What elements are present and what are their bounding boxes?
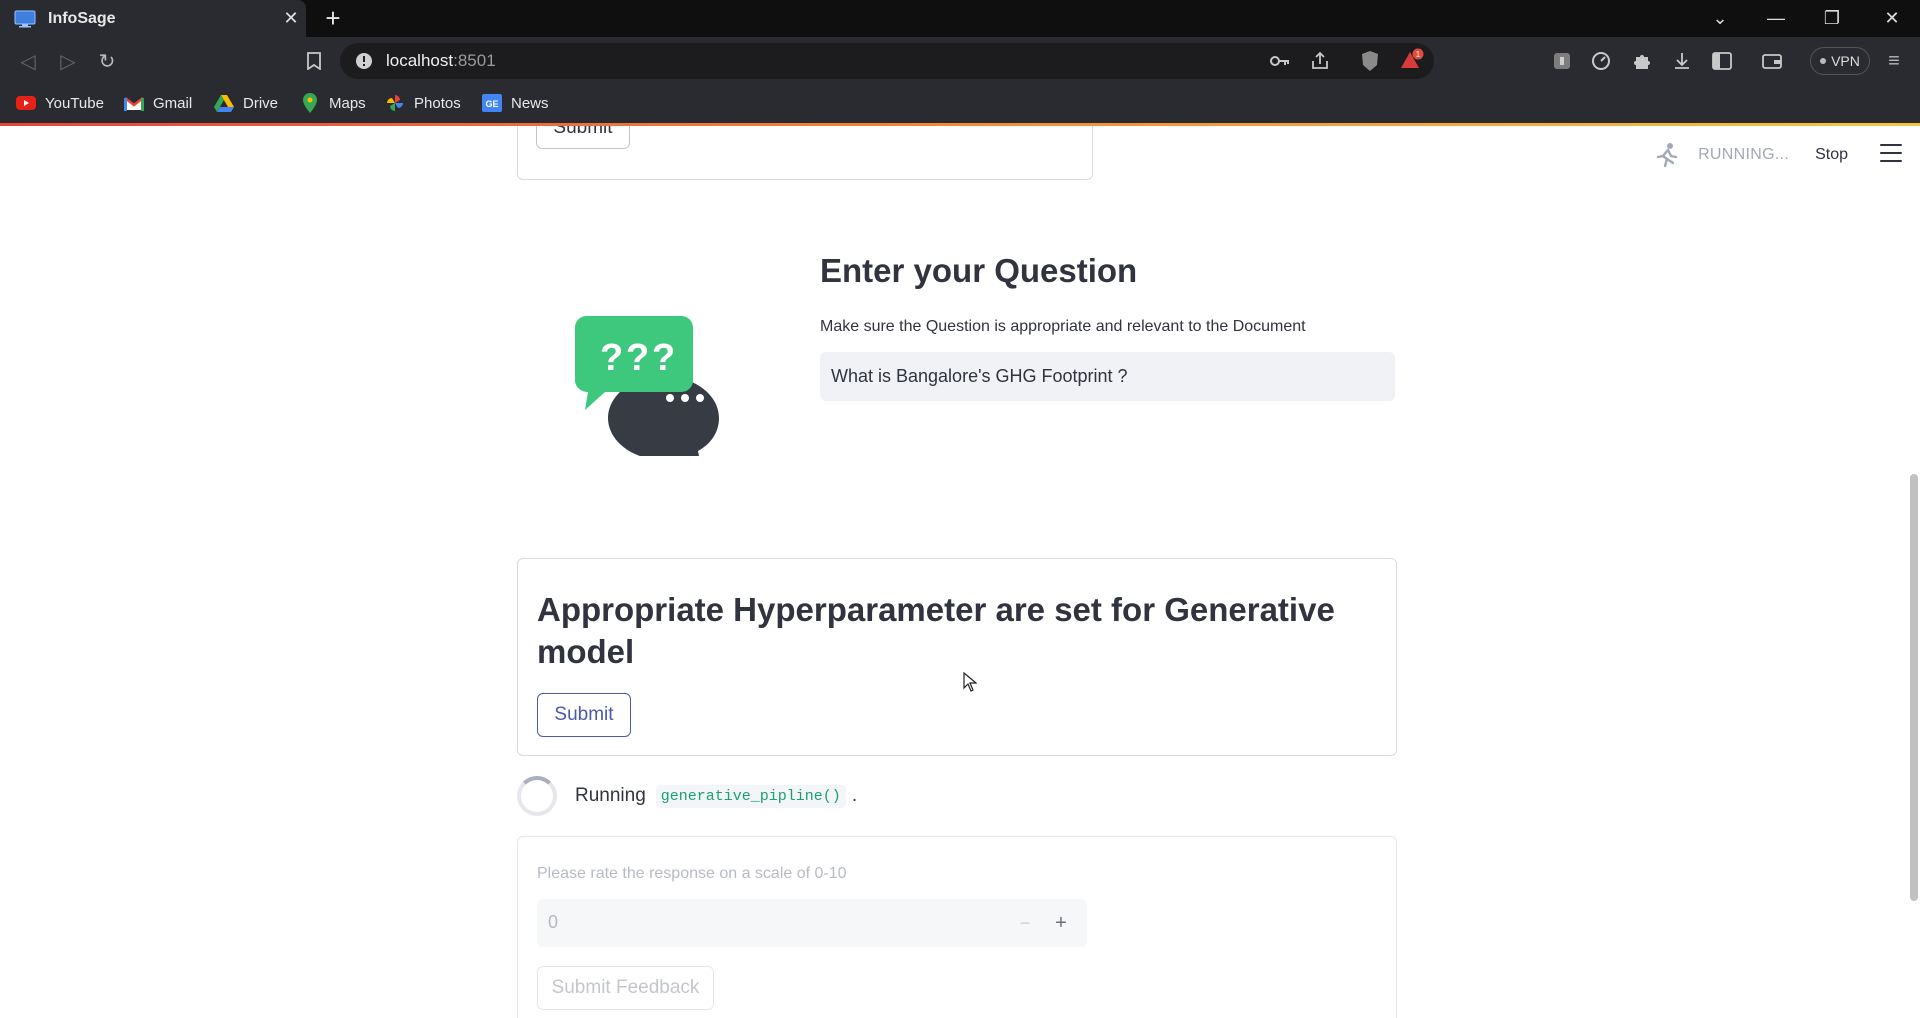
drive-icon (214, 93, 234, 113)
bookmark-news[interactable]: GE News (482, 85, 549, 121)
bookmark-maps[interactable]: Maps (300, 85, 366, 121)
running-status-text: RUNNING... (1698, 146, 1790, 163)
vpn-button[interactable]: VPN (1810, 47, 1870, 75)
minimize-button[interactable]: — (1748, 0, 1804, 37)
extensions-icon[interactable] (1628, 47, 1656, 75)
key-icon[interactable] (1266, 47, 1294, 75)
sidebar-icon[interactable] (1708, 47, 1736, 75)
previous-submit-button[interactable]: Submit (536, 126, 630, 149)
wallet-icon[interactable] (1758, 47, 1786, 75)
browser-tab-active[interactable]: InfoSage ✕ (0, 0, 306, 37)
rating-value: 0 (548, 912, 559, 932)
gmail-icon (124, 93, 144, 113)
tab-search-icon[interactable]: ⌄ (1692, 0, 1748, 37)
photos-icon (385, 93, 405, 113)
running-function-code: generative_pipline() (655, 784, 846, 808)
extension-puzzle-icon[interactable] (1548, 47, 1576, 75)
reload-icon[interactable]: ↻ (93, 47, 121, 75)
app-status: RUNNING... Stop (1654, 142, 1848, 168)
mouse-cursor-icon (963, 672, 977, 692)
rating-number-input[interactable]: 0 − + (537, 899, 1087, 947)
vpn-status-dot (1820, 58, 1827, 64)
hyperparameter-submit-button[interactable]: Submit (537, 693, 631, 737)
page-scrollbar[interactable] (1908, 126, 1920, 1018)
svg-text:?: ? (626, 337, 649, 379)
app-main: RUNNING... Stop Submit ? ? ? Enter your … (0, 126, 1920, 1018)
svg-text:1: 1 (1416, 50, 1421, 59)
monitor-icon (14, 10, 36, 27)
question-input[interactable]: What is Bangalore's GHG Footprint ? (820, 352, 1395, 401)
scrollbar-thumb[interactable] (1910, 474, 1918, 901)
hamburger-menu-icon[interactable] (1880, 144, 1902, 162)
browser-tab-strip: InfoSage ✕ + ⌄ — ❐ ✕ (0, 0, 1920, 37)
loading-spinner-icon (517, 776, 557, 816)
restore-button[interactable]: ❐ (1804, 0, 1860, 37)
close-window-button[interactable]: ✕ (1864, 0, 1920, 37)
running-indicator: Running generative_pipline() . (517, 776, 857, 816)
brave-rewards-icon[interactable]: 1 (1398, 47, 1426, 75)
feedback-form: Please rate the response on a scale of 0… (517, 836, 1397, 1018)
share-icon[interactable] (1306, 47, 1334, 75)
bookmarks-bar: YouTube Gmail Drive Maps Photos GE News (0, 85, 1920, 123)
browser-menu-icon[interactable]: ≡ (1880, 47, 1908, 75)
bookmark-icon[interactable] (300, 47, 328, 75)
bookmark-youtube[interactable]: YouTube (16, 85, 104, 121)
maps-icon (300, 93, 320, 113)
browser-toolbar: ◁ ▷ ↻ localhost:8501 1 VPN ≡ (0, 37, 1920, 85)
plus-icon: + (325, 3, 341, 33)
hyperparameter-form: Appropriate Hyperparameter are set for G… (517, 558, 1397, 756)
back-icon[interactable]: ◁ (14, 47, 42, 75)
stop-button[interactable]: Stop (1815, 146, 1848, 164)
increment-icon[interactable]: + (1047, 909, 1075, 937)
url-text: localhost:8501 (386, 51, 496, 70)
tab-close-icon[interactable]: ✕ (276, 8, 306, 29)
decrement-icon[interactable]: − (1011, 909, 1039, 937)
submit-feedback-button[interactable]: Submit Feedback (537, 966, 714, 1010)
question-input-label: Make sure the Question is appropriate an… (820, 318, 1306, 335)
hyperparameter-heading: Appropriate Hyperparameter are set for G… (537, 591, 1335, 670)
vpn-label: VPN (1831, 53, 1860, 69)
youtube-icon (16, 93, 36, 113)
new-tab-button[interactable]: + (318, 4, 348, 32)
bookmark-photos[interactable]: Photos (385, 85, 461, 121)
site-info-icon[interactable] (354, 51, 374, 71)
tab-title: InfoSage (48, 9, 116, 27)
forward-icon[interactable]: ▷ (54, 47, 82, 75)
running-man-icon (1656, 143, 1678, 168)
previous-form: Submit (517, 126, 1093, 180)
running-dot: . (851, 785, 858, 806)
svg-text:?: ? (600, 337, 623, 379)
brave-shields-icon[interactable] (1356, 47, 1384, 75)
chat-question-illustration: ? ? ? (575, 316, 719, 456)
bookmark-drive[interactable]: Drive (214, 85, 278, 121)
rating-label: Please rate the response on a scale of 0… (537, 865, 847, 882)
download-icon[interactable] (1668, 47, 1696, 75)
bookmark-gmail[interactable]: Gmail (124, 85, 192, 121)
news-icon: GE (482, 93, 502, 113)
performance-icon[interactable] (1587, 47, 1615, 75)
running-label: Running (575, 785, 646, 806)
svg-text:?: ? (652, 337, 675, 379)
svg-text:GE: GE (485, 99, 498, 109)
question-heading: Enter your Question (820, 252, 1138, 289)
